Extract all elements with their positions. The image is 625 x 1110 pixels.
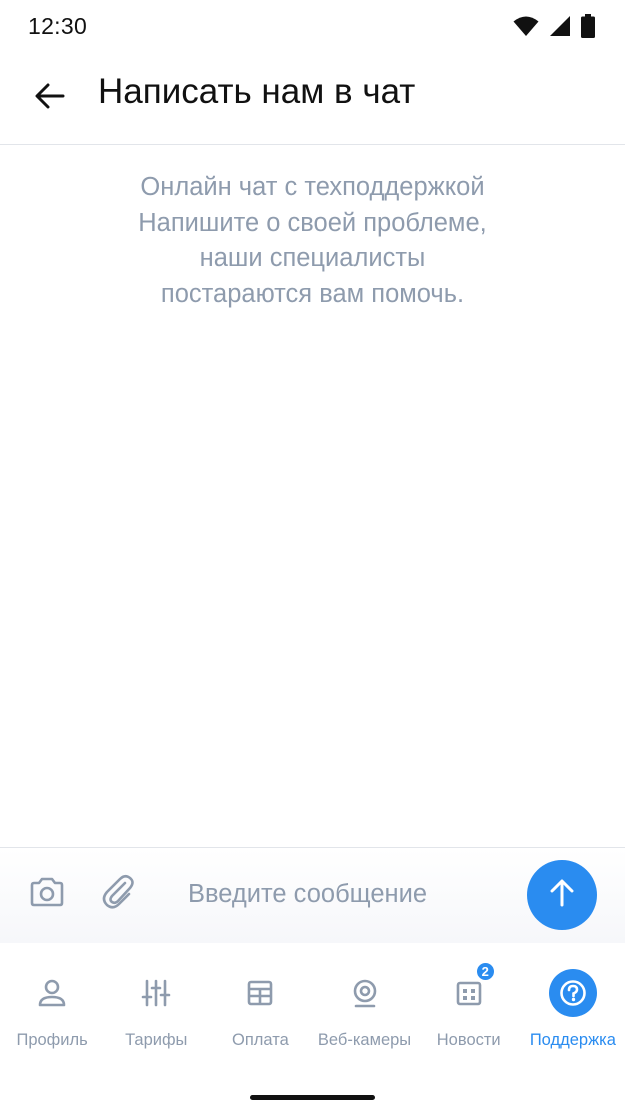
nav-label: Оплата	[232, 1031, 289, 1049]
status-bar: 12:30	[0, 0, 625, 56]
chat-empty-line: Напишите о своей проблеме,	[138, 208, 487, 237]
sliders-icon	[132, 969, 180, 1017]
arrow-left-icon	[35, 83, 65, 114]
nav-item-tariffs[interactable]: Тарифы	[104, 943, 208, 1063]
chat-empty-message: Онлайн чат с техподдержкой Напишите о св…	[0, 170, 625, 312]
help-icon	[548, 969, 597, 1017]
chat-empty-line: наши специалисты	[199, 244, 426, 272]
nav-item-news[interactable]: 2 Новости	[417, 943, 521, 1063]
battery-icon	[581, 14, 595, 38]
nav-label: Тарифы	[125, 1031, 188, 1049]
status-icons	[513, 14, 595, 38]
nav-label: Веб-камеры	[317, 1031, 412, 1049]
chat-empty-line: постараются вам помочь.	[160, 279, 465, 308]
bottom-navigation: Профиль Тарифы Оплата Веб-камеры 2 Новос…	[0, 943, 625, 1063]
signal-icon	[549, 15, 571, 37]
wifi-icon	[513, 15, 539, 37]
webcam-icon	[341, 969, 389, 1017]
nav-label: Профиль	[16, 1031, 88, 1049]
chat-area: Онлайн чат с техподдержкой Напишите о св…	[0, 146, 625, 846]
attach-button[interactable]	[96, 872, 140, 916]
status-time: 12:30	[28, 13, 88, 39]
nav-item-support[interactable]: Поддержка	[521, 943, 625, 1063]
payment-icon	[236, 969, 284, 1017]
arrow-up-icon	[550, 879, 574, 912]
message-input[interactable]	[188, 872, 508, 916]
nav-label: Новости	[436, 1031, 501, 1049]
paperclip-icon	[101, 873, 135, 916]
news-icon: 2	[445, 961, 496, 1017]
send-button[interactable]	[527, 860, 597, 930]
message-composer	[0, 847, 625, 943]
nav-item-webcams[interactable]: Веб-камеры	[312, 943, 416, 1063]
camera-button[interactable]	[25, 874, 69, 914]
app-bar: Написать нам в чат	[0, 56, 625, 145]
back-button[interactable]	[22, 70, 78, 126]
home-indicator	[250, 1095, 375, 1100]
camera-icon	[29, 877, 65, 912]
news-badge: 2	[474, 961, 496, 982]
chat-empty-line: Онлайн чат с техподдержкой	[140, 173, 485, 201]
page-title: Написать нам в чат	[98, 72, 416, 111]
profile-icon	[28, 969, 76, 1017]
nav-item-profile[interactable]: Профиль	[0, 943, 104, 1063]
nav-item-payment[interactable]: Оплата	[208, 943, 312, 1063]
nav-label: Поддержка	[529, 1031, 616, 1049]
